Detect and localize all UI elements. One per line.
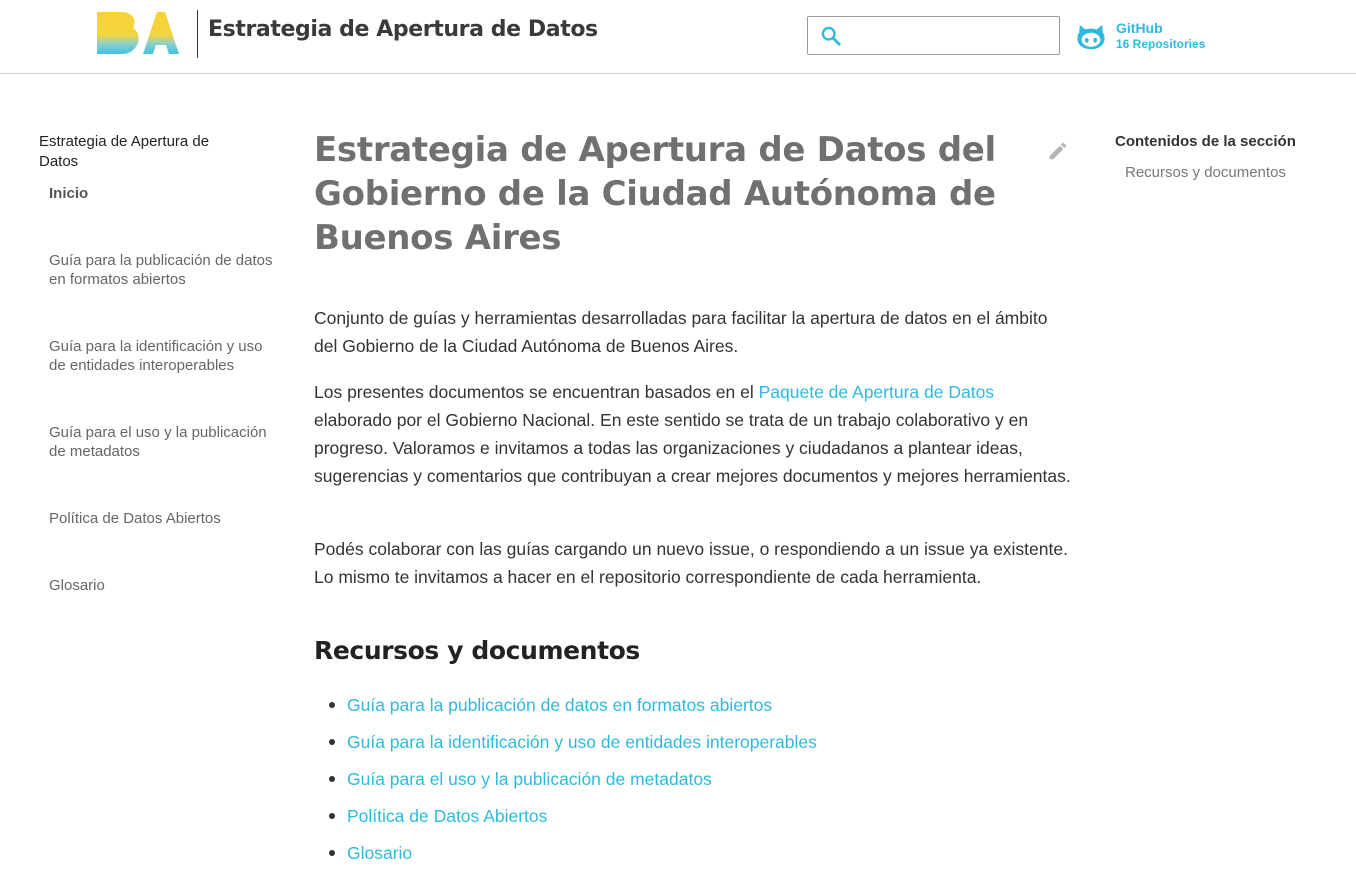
site-title[interactable]: Estrategia de Apertura de Datos (208, 17, 598, 42)
resource-link-politica[interactable]: Política de Datos Abiertos (347, 806, 547, 826)
resource-link-guia-publicacion[interactable]: Guía para la publicación de datos en for… (347, 695, 772, 715)
sidebar-item-guia-entidades[interactable]: Guía para la identificación y uso de ent… (49, 337, 274, 375)
search-input[interactable] (848, 21, 1053, 50)
main-content: Estrategia de Apertura de Datos del Gobi… (314, 128, 1074, 863)
sidebar-item-guia-publicacion[interactable]: Guía para la publicación de datos en for… (49, 251, 274, 289)
toc-item-recursos[interactable]: Recursos y documentos (1125, 163, 1286, 183)
ba-logo[interactable] (95, 10, 179, 56)
list-item: Guía para la publicación de datos en for… (314, 693, 817, 730)
paquete-apertura-link[interactable]: Paquete de Apertura de Datos (759, 382, 994, 402)
site-header: Estrategia de Apertura de Datos GitHub 1… (0, 0, 1356, 74)
ba-logo-image (97, 12, 179, 54)
header-divider (197, 10, 198, 58)
collaborate-paragraph: Podés colaborar con las guías cargando u… (314, 539, 1068, 587)
list-item: Política de Datos Abiertos (314, 804, 817, 841)
search-box[interactable] (807, 16, 1060, 55)
page-title: Estrategia de Apertura de Datos del Gobi… (314, 130, 996, 258)
sidebar-nav: Estrategia de Apertura de Datos Inicio G… (39, 132, 279, 594)
basis-paragraph: Los presentes documentos se encuentran b… (314, 378, 1074, 490)
sidebar-item-glosario[interactable]: Glosario (49, 576, 274, 595)
resources-list: Guía para la publicación de datos en for… (314, 693, 817, 878)
resource-link-guia-entidades[interactable]: Guía para la identificación y uso de ent… (347, 732, 817, 752)
intro-paragraph: Conjunto de guías y herramientas desarro… (314, 308, 1048, 356)
github-label: GitHub (1116, 20, 1163, 36)
pencil-edit-icon[interactable] (1047, 140, 1069, 162)
resources-heading: Recursos y documentos (314, 636, 640, 665)
sidebar-item-guia-metadatos[interactable]: Guía para el uso y la publicación de met… (49, 423, 274, 461)
basis-text-start: Los presentes documentos se encuentran b… (314, 382, 759, 402)
resource-link-guia-metadatos[interactable]: Guía para el uso y la publicación de met… (347, 769, 712, 789)
toc-title: Contenidos de la sección (1115, 133, 1296, 150)
github-octocat-icon (1077, 24, 1105, 50)
github-repo-count: 16 Repositories (1116, 37, 1206, 51)
list-item: Guía para la identificación y uso de ent… (314, 730, 817, 767)
section-toc: Contenidos de la sección Recursos y docu… (1115, 132, 1345, 181)
basis-text-end: elaborado por el Gobierno Nacional. En e… (314, 410, 1071, 486)
sidebar-item-inicio[interactable]: Inicio (49, 184, 274, 203)
sidebar-section-title: Estrategia de Apertura de Datos (39, 133, 210, 170)
list-item: Guía para el uso y la publicación de met… (314, 767, 817, 804)
list-item: Glosario (314, 841, 817, 878)
sidebar-item-politica[interactable]: Política de Datos Abiertos (49, 509, 274, 528)
resource-link-glosario[interactable]: Glosario (347, 843, 412, 863)
search-icon[interactable] (820, 25, 842, 47)
